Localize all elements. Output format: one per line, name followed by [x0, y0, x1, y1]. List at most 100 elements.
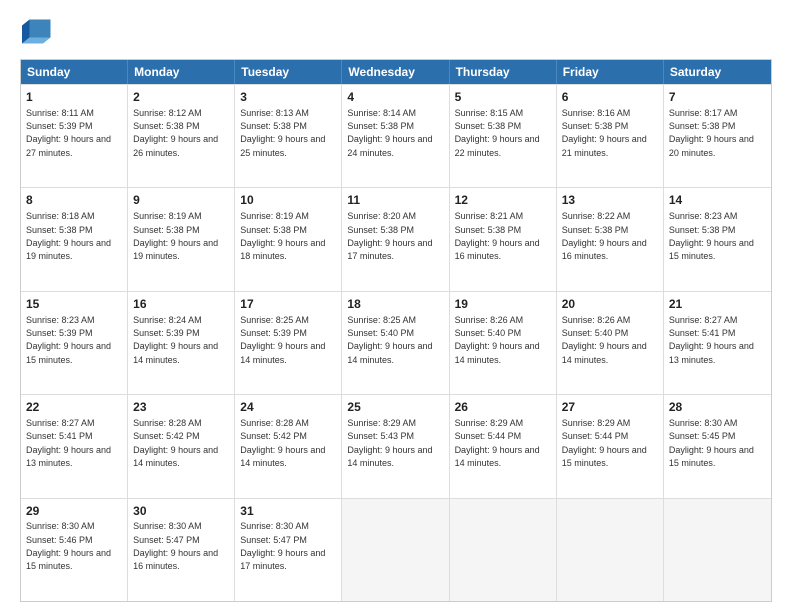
day-number: 31	[240, 503, 336, 520]
page: SundayMondayTuesdayWednesdayThursdayFrid…	[0, 0, 792, 612]
cell-info: Sunrise: 8:22 AMSunset: 5:38 PMDaylight:…	[562, 211, 647, 261]
day-number: 10	[240, 192, 336, 209]
calendar-cell: 12Sunrise: 8:21 AMSunset: 5:38 PMDayligh…	[450, 188, 557, 290]
day-number: 24	[240, 399, 336, 416]
calendar-cell: 30Sunrise: 8:30 AMSunset: 5:47 PMDayligh…	[128, 499, 235, 601]
cell-info: Sunrise: 8:20 AMSunset: 5:38 PMDaylight:…	[347, 211, 432, 261]
cell-info: Sunrise: 8:30 AMSunset: 5:47 PMDaylight:…	[133, 521, 218, 571]
cell-info: Sunrise: 8:18 AMSunset: 5:38 PMDaylight:…	[26, 211, 111, 261]
calendar-cell	[664, 499, 771, 601]
day-number: 26	[455, 399, 551, 416]
day-number: 7	[669, 89, 766, 106]
cell-info: Sunrise: 8:29 AMSunset: 5:43 PMDaylight:…	[347, 418, 432, 468]
calendar-cell: 15 Sunrise: 8:23 AMSunset: 5:39 PMDayligh…	[21, 292, 128, 394]
cell-info: Sunrise: 8:29 AMSunset: 5:44 PMDaylight:…	[455, 418, 540, 468]
cell-info: Sunrise: 8:25 AMSunset: 5:39 PMDaylight:…	[240, 315, 325, 365]
day-number: 5	[455, 89, 551, 106]
calendar-cell: 26 Sunrise: 8:29 AMSunset: 5:44 PMDayligh…	[450, 395, 557, 497]
cell-info: Sunrise: 8:28 AMSunset: 5:42 PMDaylight:…	[133, 418, 218, 468]
calendar-cell: 29Sunrise: 8:30 AMSunset: 5:46 PMDayligh…	[21, 499, 128, 601]
calendar-cell	[557, 499, 664, 601]
calendar-cell: 5 Sunrise: 8:15 AMSunset: 5:38 PMDaylight…	[450, 85, 557, 187]
day-number: 27	[562, 399, 658, 416]
day-number: 23	[133, 399, 229, 416]
day-number: 12	[455, 192, 551, 209]
calendar-cell: 27 Sunrise: 8:29 AMSunset: 5:44 PMDayligh…	[557, 395, 664, 497]
calendar-cell: 28 Sunrise: 8:30 AMSunset: 5:45 PMDayligh…	[664, 395, 771, 497]
calendar-cell: 19 Sunrise: 8:26 AMSunset: 5:40 PMDayligh…	[450, 292, 557, 394]
day-number: 11	[347, 192, 443, 209]
cell-info: Sunrise: 8:27 AMSunset: 5:41 PMDaylight:…	[669, 315, 754, 365]
calendar-cell: 11 Sunrise: 8:20 AMSunset: 5:38 PMDayligh…	[342, 188, 449, 290]
day-number: 15	[26, 296, 122, 313]
day-number: 18	[347, 296, 443, 313]
cell-info: Sunrise: 8:19 AMSunset: 5:38 PMDaylight:…	[240, 211, 325, 261]
cell-info: Sunrise: 8:27 AMSunset: 5:41 PMDaylight:…	[26, 418, 111, 468]
calendar-cell	[342, 499, 449, 601]
calendar-header-cell: Monday	[128, 60, 235, 84]
calendar-cell: 16 Sunrise: 8:24 AMSunset: 5:39 PMDayligh…	[128, 292, 235, 394]
calendar-header-cell: Saturday	[664, 60, 771, 84]
calendar-cell	[450, 499, 557, 601]
cell-info: Sunrise: 8:19 AMSunset: 5:38 PMDaylight:…	[133, 211, 218, 261]
cell-info: Sunrise: 8:30 AMSunset: 5:47 PMDaylight:…	[240, 521, 325, 571]
calendar-cell: 3Sunrise: 8:13 AMSunset: 5:38 PMDaylight…	[235, 85, 342, 187]
day-number: 13	[562, 192, 658, 209]
calendar-week: 22 Sunrise: 8:27 AMSunset: 5:41 PMDayligh…	[21, 394, 771, 497]
cell-info: Sunrise: 8:12 AMSunset: 5:38 PMDaylight:…	[133, 108, 218, 158]
cell-info: Sunrise: 8:25 AMSunset: 5:40 PMDaylight:…	[347, 315, 432, 365]
cell-info: Sunrise: 8:14 AMSunset: 5:38 PMDaylight:…	[347, 108, 432, 158]
cell-info: Sunrise: 8:17 AMSunset: 5:38 PMDaylight:…	[669, 108, 754, 158]
calendar-cell: 1Sunrise: 8:11 AMSunset: 5:39 PMDaylight…	[21, 85, 128, 187]
cell-info: Sunrise: 8:29 AMSunset: 5:44 PMDaylight:…	[562, 418, 647, 468]
day-number: 8	[26, 192, 122, 209]
day-number: 16	[133, 296, 229, 313]
calendar: SundayMondayTuesdayWednesdayThursdayFrid…	[20, 59, 772, 602]
cell-info: Sunrise: 8:26 AMSunset: 5:40 PMDaylight:…	[455, 315, 540, 365]
cell-info: Sunrise: 8:28 AMSunset: 5:42 PMDaylight:…	[240, 418, 325, 468]
calendar-cell: 18 Sunrise: 8:25 AMSunset: 5:40 PMDayligh…	[342, 292, 449, 394]
day-number: 19	[455, 296, 551, 313]
calendar-cell: 2 Sunrise: 8:12 AMSunset: 5:38 PMDaylight…	[128, 85, 235, 187]
day-number: 30	[133, 503, 229, 520]
calendar-cell: 9 Sunrise: 8:19 AMSunset: 5:38 PMDaylight…	[128, 188, 235, 290]
cell-info: Sunrise: 8:15 AMSunset: 5:38 PMDaylight:…	[455, 108, 540, 158]
calendar-cell: 21 Sunrise: 8:27 AMSunset: 5:41 PMDayligh…	[664, 292, 771, 394]
day-number: 6	[562, 89, 658, 106]
day-number: 4	[347, 89, 443, 106]
cell-info: Sunrise: 8:26 AMSunset: 5:40 PMDaylight:…	[562, 315, 647, 365]
cell-info: Sunrise: 8:30 AMSunset: 5:46 PMDaylight:…	[26, 521, 111, 571]
cell-info: Sunrise: 8:23 AMSunset: 5:39 PMDaylight:…	[26, 315, 111, 365]
calendar-cell: 20 Sunrise: 8:26 AMSunset: 5:40 PMDayligh…	[557, 292, 664, 394]
calendar-cell: 8 Sunrise: 8:18 AMSunset: 5:38 PMDaylight…	[21, 188, 128, 290]
day-number: 21	[669, 296, 766, 313]
day-number: 17	[240, 296, 336, 313]
day-number: 3	[240, 89, 336, 106]
cell-info: Sunrise: 8:24 AMSunset: 5:39 PMDaylight:…	[133, 315, 218, 365]
day-number: 9	[133, 192, 229, 209]
calendar-week: 8 Sunrise: 8:18 AMSunset: 5:38 PMDaylight…	[21, 187, 771, 290]
day-number: 22	[26, 399, 122, 416]
day-number: 20	[562, 296, 658, 313]
calendar-header-cell: Tuesday	[235, 60, 342, 84]
cell-info: Sunrise: 8:11 AMSunset: 5:39 PMDaylight:…	[26, 108, 111, 158]
day-number: 28	[669, 399, 766, 416]
day-number: 29	[26, 503, 122, 520]
calendar-cell: 25 Sunrise: 8:29 AMSunset: 5:43 PMDayligh…	[342, 395, 449, 497]
day-number: 2	[133, 89, 229, 106]
calendar-cell: 13 Sunrise: 8:22 AMSunset: 5:38 PMDayligh…	[557, 188, 664, 290]
logo	[20, 16, 56, 49]
day-number: 14	[669, 192, 766, 209]
calendar-cell: 23 Sunrise: 8:28 AMSunset: 5:42 PMDayligh…	[128, 395, 235, 497]
calendar-week: 15 Sunrise: 8:23 AMSunset: 5:39 PMDayligh…	[21, 291, 771, 394]
calendar-header-cell: Wednesday	[342, 60, 449, 84]
calendar-header-row: SundayMondayTuesdayWednesdayThursdayFrid…	[21, 60, 771, 84]
cell-info: Sunrise: 8:23 AMSunset: 5:38 PMDaylight:…	[669, 211, 754, 261]
day-number: 25	[347, 399, 443, 416]
cell-info: Sunrise: 8:30 AMSunset: 5:45 PMDaylight:…	[669, 418, 754, 468]
calendar-header-cell: Friday	[557, 60, 664, 84]
calendar-cell: 14 Sunrise: 8:23 AMSunset: 5:38 PMDayligh…	[664, 188, 771, 290]
cell-info: Sunrise: 8:16 AMSunset: 5:38 PMDaylight:…	[562, 108, 647, 158]
calendar-header-cell: Thursday	[450, 60, 557, 84]
logo-icon	[22, 16, 52, 44]
